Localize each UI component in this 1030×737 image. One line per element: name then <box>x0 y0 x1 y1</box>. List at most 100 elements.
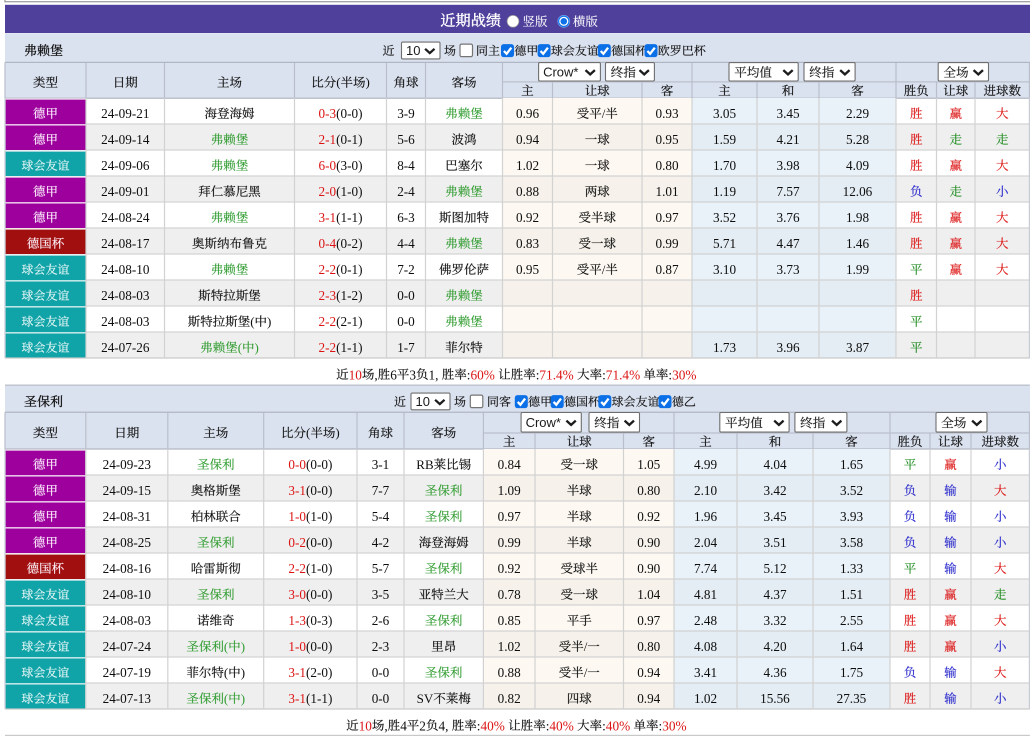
svg-text:0-3: 0-3 <box>319 106 337 121</box>
svg-text:3.32: 3.32 <box>764 613 787 628</box>
svg-text:24-07-24: 24-07-24 <box>103 639 152 654</box>
svg-text:): ) <box>255 340 259 355</box>
svg-text:0.88: 0.88 <box>516 184 539 199</box>
svg-text:15.56: 15.56 <box>760 691 790 706</box>
svg-text:24-09-21: 24-09-21 <box>101 106 149 121</box>
svg-text:2-2: 2-2 <box>319 314 337 329</box>
svg-text:5.28: 5.28 <box>846 132 869 147</box>
svg-text:1.64: 1.64 <box>840 639 863 654</box>
svg-text:1.19: 1.19 <box>713 184 736 199</box>
svg-text:(0-1): (0-1) <box>336 262 362 277</box>
svg-text:0.80: 0.80 <box>656 158 679 173</box>
svg-text:0-0: 0-0 <box>372 665 390 680</box>
svg-text:(1-1): (1-1) <box>336 210 362 225</box>
svg-text:2.10: 2.10 <box>694 483 717 498</box>
svg-text:0.80: 0.80 <box>637 639 660 654</box>
svg-text:(0-0): (0-0) <box>306 639 332 654</box>
svg-text:0-0: 0-0 <box>372 691 390 706</box>
svg-text:0.93: 0.93 <box>656 106 679 121</box>
svg-text:6-0: 6-0 <box>319 158 337 173</box>
svg-text:24-08-25: 24-08-25 <box>103 535 152 550</box>
svg-text:0.95: 0.95 <box>656 132 679 147</box>
svg-text:24-08-03: 24-08-03 <box>103 613 152 628</box>
svg-text:5-7: 5-7 <box>372 561 390 576</box>
svg-text:1.96: 1.96 <box>694 509 717 524</box>
svg-text:4.21: 4.21 <box>777 132 800 147</box>
svg-text:24-09-23: 24-09-23 <box>103 457 152 472</box>
svg-text:24-08-24: 24-08-24 <box>101 210 150 225</box>
svg-text:0.87: 0.87 <box>656 262 679 277</box>
svg-text:0.78: 0.78 <box>498 587 521 602</box>
svg-text:0.96: 0.96 <box>516 106 539 121</box>
svg-text:3: 3 <box>409 367 416 382</box>
svg-text:2.04: 2.04 <box>694 535 717 550</box>
svg-text:0.97: 0.97 <box>498 509 521 524</box>
svg-text:1.02: 1.02 <box>498 639 521 654</box>
svg-text:3-1: 3-1 <box>288 483 306 498</box>
svg-text:4.81: 4.81 <box>694 587 717 602</box>
svg-text:2-3: 2-3 <box>319 288 337 303</box>
svg-text:3.58: 3.58 <box>840 535 863 550</box>
svg-text:0.90: 0.90 <box>637 561 660 576</box>
svg-text:(0-2): (0-2) <box>336 236 362 251</box>
svg-text:3.10: 3.10 <box>713 262 736 277</box>
svg-text:Crow*: Crow* <box>543 64 578 79</box>
svg-text:(: ( <box>224 691 228 706</box>
svg-text:24-08-31: 24-08-31 <box>103 509 151 524</box>
svg-text:/: / <box>584 665 588 680</box>
svg-text:71.4%: 71.4% <box>539 367 573 382</box>
svg-text:5.71: 5.71 <box>713 236 736 251</box>
svg-text:12.06: 12.06 <box>843 184 873 199</box>
svg-text:4-4: 4-4 <box>397 236 415 251</box>
svg-text:3.45: 3.45 <box>777 106 800 121</box>
svg-text:0.97: 0.97 <box>656 210 679 225</box>
svg-text:1.75: 1.75 <box>840 665 863 680</box>
svg-text:24-08-16: 24-08-16 <box>103 561 152 576</box>
svg-text:10: 10 <box>416 394 430 409</box>
svg-text:Crow*: Crow* <box>526 415 561 430</box>
svg-text:,: , <box>384 718 387 733</box>
svg-text:24-07-19: 24-07-19 <box>103 665 152 680</box>
svg-text:SV: SV <box>417 691 434 706</box>
svg-text:3.05: 3.05 <box>713 106 736 121</box>
svg-text:1.02: 1.02 <box>516 158 539 173</box>
svg-text:(0-0): (0-0) <box>306 587 332 602</box>
svg-text:(2-0): (2-0) <box>306 665 332 680</box>
svg-text:3.76: 3.76 <box>777 210 800 225</box>
svg-text:(2-1): (2-1) <box>336 314 362 329</box>
svg-text:0.80: 0.80 <box>637 483 660 498</box>
svg-text:0.92: 0.92 <box>637 509 660 524</box>
svg-text:2-3: 2-3 <box>372 639 390 654</box>
svg-text:(1-2): (1-2) <box>336 288 362 303</box>
svg-text:7.57: 7.57 <box>777 184 800 199</box>
svg-text:0.83: 0.83 <box>516 236 539 251</box>
svg-text:(0-0): (0-0) <box>306 535 332 550</box>
svg-text:3.98: 3.98 <box>777 158 800 173</box>
svg-text:1-0: 1-0 <box>288 639 306 654</box>
svg-text:(0-0): (0-0) <box>306 483 332 498</box>
svg-text:3-1: 3-1 <box>372 457 390 472</box>
svg-text:0-0: 0-0 <box>288 457 306 472</box>
svg-text:2-2: 2-2 <box>288 561 306 576</box>
svg-text:): ) <box>241 691 245 706</box>
svg-text:24-09-15: 24-09-15 <box>103 483 152 498</box>
svg-text:/: / <box>584 639 588 654</box>
svg-text:71.4%: 71.4% <box>606 367 640 382</box>
svg-text:): ) <box>267 314 271 329</box>
svg-text:(3-0): (3-0) <box>336 158 362 173</box>
svg-text:24-08-03: 24-08-03 <box>101 288 150 303</box>
svg-text:3-5: 3-5 <box>372 587 390 602</box>
svg-text:3-9: 3-9 <box>397 106 415 121</box>
svg-text:4.37: 4.37 <box>764 587 787 602</box>
svg-text:24-08-03: 24-08-03 <box>101 314 150 329</box>
svg-text:4.04: 4.04 <box>764 457 787 472</box>
svg-text:4,: 4, <box>439 718 452 733</box>
svg-text:10: 10 <box>349 367 363 382</box>
svg-text:3.51: 3.51 <box>764 535 787 550</box>
svg-text:,: , <box>374 367 377 382</box>
svg-text:(0-0): (0-0) <box>306 457 332 472</box>
svg-text:3.42: 3.42 <box>764 483 787 498</box>
svg-text:40%: 40% <box>606 718 630 733</box>
svg-text:0.94: 0.94 <box>637 665 660 680</box>
svg-text:0.99: 0.99 <box>656 236 679 251</box>
